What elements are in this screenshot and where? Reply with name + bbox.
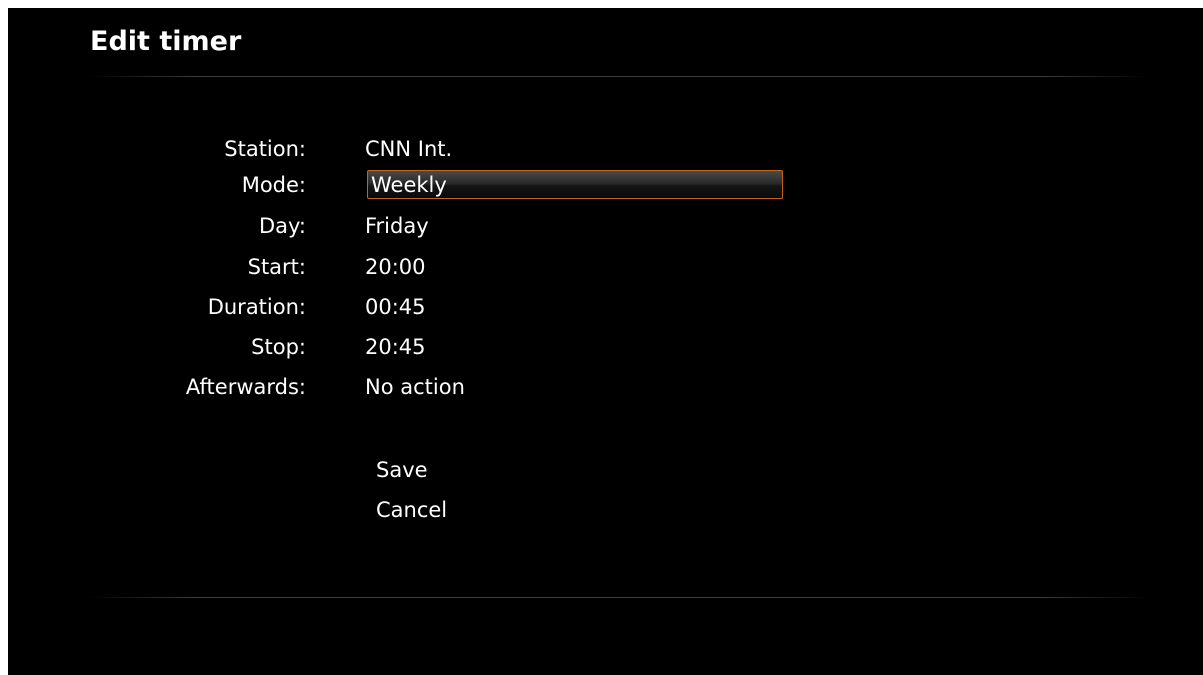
field-row-mode[interactable]: Mode: Weekly <box>8 166 1203 204</box>
field-row-station[interactable]: Station: CNN Int. <box>8 130 1203 168</box>
field-row-afterwards[interactable]: Afterwards: No action <box>8 368 1203 406</box>
mode-label: Mode: <box>241 173 306 197</box>
mode-selector[interactable]: Weekly <box>367 170 783 199</box>
field-row-stop[interactable]: Stop: 20:45 <box>8 328 1203 366</box>
stop-value: 20:45 <box>365 335 426 359</box>
day-value: Friday <box>365 214 429 238</box>
top-divider <box>88 76 1148 77</box>
tv-screen: Edit timer Station: CNN Int. Mode: Weekl… <box>8 8 1203 675</box>
stop-label: Stop: <box>251 335 306 359</box>
save-button[interactable]: Save <box>376 451 428 489</box>
field-row-day[interactable]: Day: Friday <box>8 207 1203 245</box>
afterwards-value: No action <box>365 375 465 399</box>
duration-label: Duration: <box>207 295 306 319</box>
mode-value: Weekly <box>371 173 447 197</box>
bottom-divider <box>88 597 1148 598</box>
station-label: Station: <box>224 137 306 161</box>
start-value: 20:00 <box>365 255 426 279</box>
duration-value: 00:45 <box>365 295 426 319</box>
afterwards-label: Afterwards: <box>185 375 306 399</box>
station-value: CNN Int. <box>365 137 453 161</box>
field-row-start[interactable]: Start: 20:00 <box>8 248 1203 286</box>
start-label: Start: <box>247 255 306 279</box>
day-label: Day: <box>258 214 306 238</box>
field-row-duration[interactable]: Duration: 00:45 <box>8 288 1203 326</box>
cancel-button[interactable]: Cancel <box>376 491 447 529</box>
page-title: Edit timer <box>90 26 242 57</box>
